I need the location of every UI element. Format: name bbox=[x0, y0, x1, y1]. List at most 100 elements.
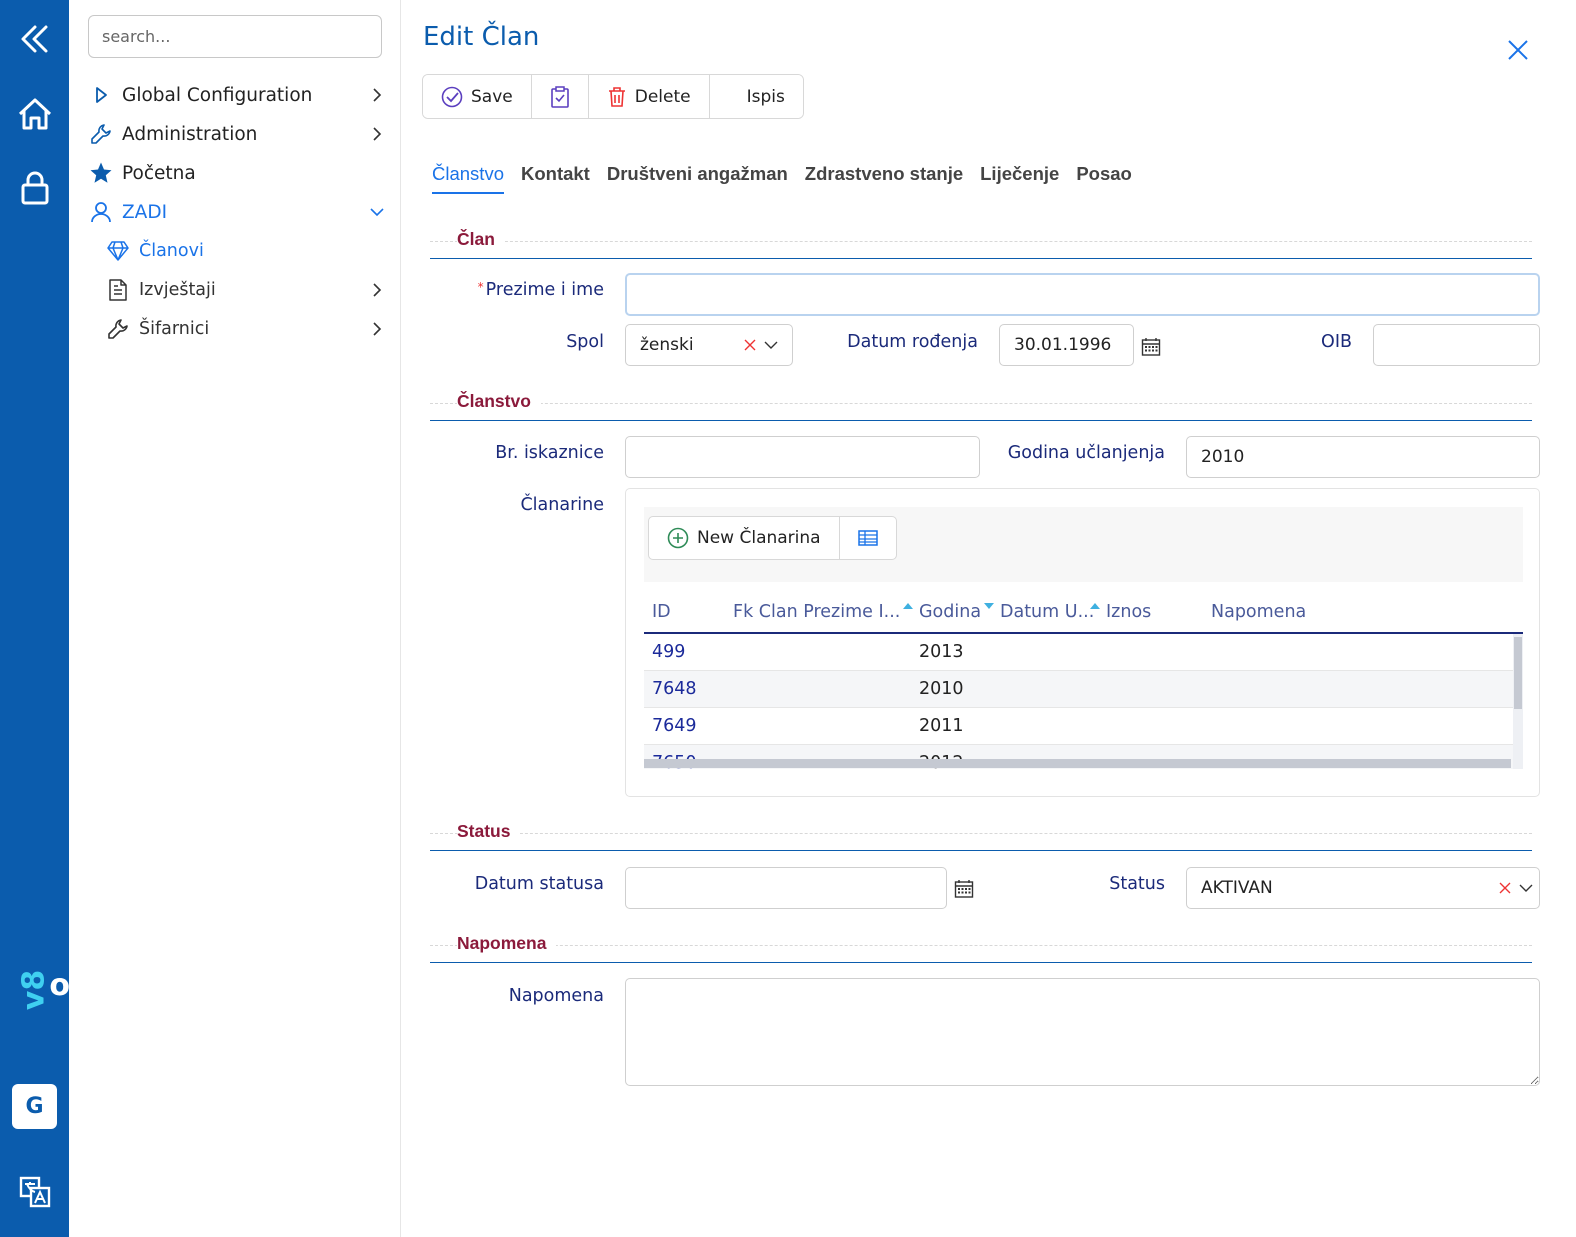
clipboard-button[interactable] bbox=[531, 75, 589, 118]
datum-rodenja-input[interactable]: 30.01.1996 bbox=[999, 324, 1134, 366]
grid-toolbar: New Članarina bbox=[644, 507, 1523, 582]
nav-item-global-configuration[interactable]: Global Configuration bbox=[88, 80, 386, 110]
calendar-icon[interactable] bbox=[954, 879, 974, 899]
delete-button[interactable]: Delete bbox=[588, 75, 710, 118]
vertical-scrollbar[interactable] bbox=[1513, 634, 1523, 769]
wrench-icon bbox=[88, 121, 114, 147]
chevron-right-icon bbox=[368, 320, 386, 338]
oib-label: OIB bbox=[1321, 332, 1352, 352]
table-icon bbox=[857, 530, 878, 546]
nav-item-sifarnici[interactable]: Šifarnici bbox=[105, 314, 386, 344]
table-row[interactable]: 7648 2010 bbox=[644, 671, 1513, 708]
chevron-down-icon[interactable] bbox=[764, 335, 778, 355]
datum-statusa-input[interactable] bbox=[625, 867, 947, 909]
oib-input[interactable] bbox=[1373, 324, 1540, 366]
godina-uclanjenja-input[interactable]: 2010 bbox=[1186, 436, 1540, 478]
grid-view-button[interactable] bbox=[840, 517, 896, 559]
table-row[interactable]: 499 2013 bbox=[644, 634, 1513, 671]
nav-item-label: Članovi bbox=[139, 241, 204, 261]
section-title: Član bbox=[457, 229, 505, 250]
nav-item-pocetna[interactable]: Početna bbox=[88, 158, 386, 188]
document-icon bbox=[105, 277, 131, 303]
g-logo: G bbox=[12, 1084, 57, 1129]
side-nav: Global Configuration Administration Poče… bbox=[69, 0, 401, 1237]
column-header-napomena[interactable]: Napomena bbox=[1211, 602, 1306, 622]
status-value: AKTIVAN bbox=[1201, 878, 1273, 898]
section-napomena: Napomena bbox=[430, 933, 1532, 963]
home-icon[interactable] bbox=[0, 95, 69, 133]
napomena-label: Napomena bbox=[508, 986, 604, 1006]
tab-zdrastveno-stanje[interactable]: Zdrastveno stanje bbox=[805, 160, 963, 194]
column-header-datum[interactable]: Datum U... bbox=[1000, 602, 1094, 622]
datum-statusa-label: Datum statusa bbox=[474, 874, 604, 894]
clanarine-label: Članarine bbox=[520, 495, 604, 515]
chevron-right-icon bbox=[368, 281, 386, 299]
nav-item-label: ZADI bbox=[122, 201, 168, 223]
column-header-iznos[interactable]: Iznos bbox=[1106, 602, 1151, 622]
form-tabs: Članstvo Kontakt Društveni angažman Zdra… bbox=[432, 160, 1149, 194]
new-clanarina-button[interactable]: New Članarina bbox=[649, 517, 840, 559]
prezime-input[interactable] bbox=[625, 273, 1540, 316]
datum-rodenja-label: Datum rođenja bbox=[847, 332, 978, 352]
nav-item-zadi[interactable]: ZADI bbox=[88, 197, 386, 227]
close-icon[interactable] bbox=[1504, 36, 1532, 64]
grid-header: ID Fk Clan Prezime I... Godina Datum U..… bbox=[644, 592, 1523, 634]
nav-item-label: Global Configuration bbox=[122, 84, 313, 106]
tab-posao[interactable]: Posao bbox=[1076, 160, 1132, 194]
column-header-fk-clan[interactable]: Fk Clan Prezime I... bbox=[733, 602, 900, 622]
check-circle-icon bbox=[441, 86, 463, 107]
spol-value: ženski bbox=[640, 335, 694, 355]
save-button[interactable]: Save bbox=[423, 75, 532, 118]
wrench-icon bbox=[105, 316, 131, 342]
table-row[interactable]: 7649 2011 bbox=[644, 708, 1513, 745]
cell-id[interactable]: 7649 bbox=[652, 716, 697, 736]
tab-lijecenje[interactable]: Liječenje bbox=[980, 160, 1059, 194]
diamond-icon bbox=[105, 238, 131, 264]
print-button[interactable]: Ispis bbox=[709, 75, 803, 118]
br-iskaznice-label: Br. iskaznice bbox=[495, 443, 604, 463]
tab-clanstvo[interactable]: Članstvo bbox=[432, 160, 504, 194]
clear-icon[interactable] bbox=[744, 339, 756, 351]
clanarine-grid: New Članarina ID Fk Clan Prezime I... Go… bbox=[625, 488, 1540, 797]
napomena-textarea[interactable] bbox=[625, 978, 1540, 1086]
column-header-godina[interactable]: Godina bbox=[919, 602, 981, 622]
g-logo-letter: G bbox=[25, 1094, 44, 1119]
cell-id[interactable]: 499 bbox=[652, 642, 685, 662]
cell-godina: 2010 bbox=[919, 679, 964, 699]
search-input[interactable] bbox=[88, 15, 382, 58]
delete-label: Delete bbox=[634, 86, 691, 107]
horizontal-scrollbar[interactable] bbox=[644, 759, 1511, 768]
nav-item-label: Administration bbox=[122, 123, 258, 145]
calendar-icon[interactable] bbox=[1141, 337, 1161, 357]
section-title: Status bbox=[457, 821, 521, 842]
section-clanstvo: Članstvo bbox=[430, 391, 1532, 421]
nav-item-label: Šifarnici bbox=[139, 319, 210, 339]
status-select[interactable]: AKTIVAN bbox=[1186, 867, 1540, 909]
clipboard-check-icon bbox=[550, 85, 569, 108]
collapse-icon[interactable] bbox=[0, 22, 69, 56]
spol-select[interactable]: ženski bbox=[625, 324, 793, 366]
sort-asc-icon bbox=[1090, 603, 1100, 609]
spol-label: Spol bbox=[566, 332, 604, 352]
lock-icon[interactable] bbox=[0, 170, 69, 206]
nav-item-administration[interactable]: Administration bbox=[88, 119, 386, 149]
tab-drustveni-angazman[interactable]: Društveni angažman bbox=[607, 160, 788, 194]
sort-desc-icon bbox=[984, 603, 994, 609]
nav-item-label: Izvještaji bbox=[139, 280, 216, 300]
br-iskaznice-input[interactable] bbox=[625, 436, 980, 478]
nav-item-clanovi[interactable]: Članovi bbox=[105, 236, 386, 266]
clear-icon[interactable] bbox=[1499, 882, 1511, 894]
print-label: Ispis bbox=[746, 86, 785, 107]
user-icon bbox=[88, 199, 114, 225]
cell-id[interactable]: 7648 bbox=[652, 679, 697, 699]
new-clanarina-label: New Članarina bbox=[697, 528, 821, 548]
grid-body: 499 2013 7648 2010 7649 2011 7650 2012 bbox=[644, 634, 1523, 769]
column-header-id[interactable]: ID bbox=[652, 602, 671, 622]
tab-kontakt[interactable]: Kontakt bbox=[521, 160, 590, 194]
section-clan: Član bbox=[430, 229, 1532, 259]
translate-icon[interactable] bbox=[0, 1175, 69, 1209]
nav-item-izvjestaji[interactable]: Izvještaji bbox=[105, 275, 386, 305]
chevron-down-icon[interactable] bbox=[1519, 878, 1533, 898]
section-title: Napomena bbox=[457, 933, 557, 954]
chevron-right-icon bbox=[368, 125, 386, 143]
